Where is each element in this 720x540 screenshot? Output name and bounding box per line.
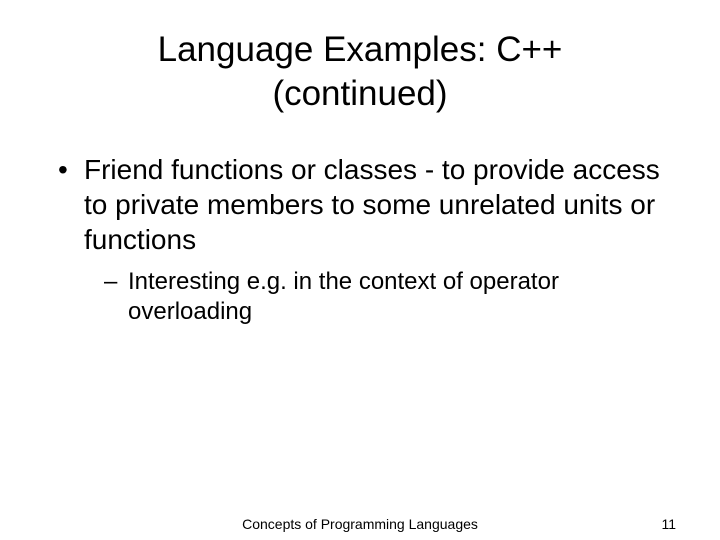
- slide-content: Friend functions or classes - to provide…: [40, 152, 680, 327]
- footer-title: Concepts of Programming Languages: [0, 516, 720, 532]
- bullet-text: Friend functions or classes - to provide…: [84, 154, 660, 255]
- sub-bullet-text: Interesting e.g. in the context of opera…: [128, 268, 559, 325]
- title-line-2: (continued): [272, 74, 447, 113]
- slide-title: Language Examples: C++ (continued): [40, 28, 680, 116]
- page-number: 11: [661, 516, 676, 532]
- sub-bullet-list: Interesting e.g. in the context of opera…: [102, 267, 680, 327]
- list-item: Interesting e.g. in the context of opera…: [102, 267, 680, 327]
- list-item: Friend functions or classes - to provide…: [52, 152, 680, 327]
- bullet-list: Friend functions or classes - to provide…: [52, 152, 680, 327]
- slide: Language Examples: C++ (continued) Frien…: [0, 0, 720, 540]
- title-line-1: Language Examples: C++: [158, 30, 563, 69]
